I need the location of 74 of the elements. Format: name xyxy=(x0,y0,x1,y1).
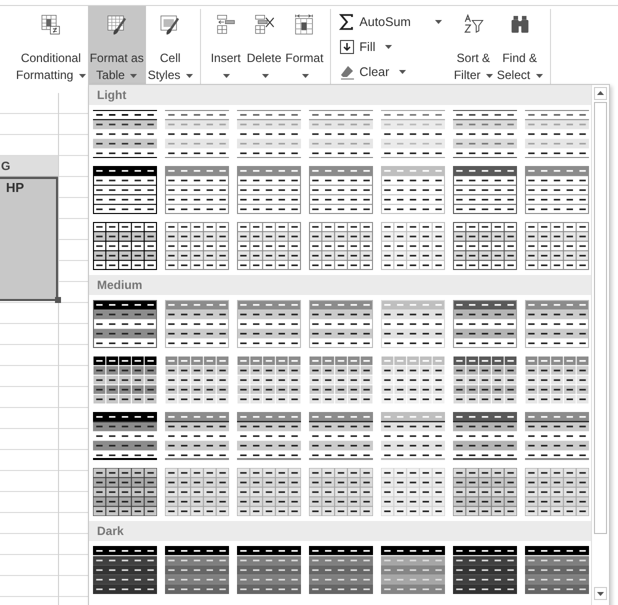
find-select-button[interactable]: Find & Select xyxy=(494,6,545,86)
table-style-option[interactable] xyxy=(381,412,445,460)
table-style-option[interactable] xyxy=(309,546,373,594)
insert-button[interactable]: Insert xyxy=(206,6,245,86)
table-style-option[interactable] xyxy=(453,300,517,348)
table-style-option[interactable] xyxy=(453,468,517,516)
table-style-option[interactable] xyxy=(525,546,589,594)
table-style-option[interactable] xyxy=(525,110,589,158)
clear-button[interactable]: Clear xyxy=(337,61,444,83)
table-style-option[interactable] xyxy=(309,468,373,516)
table-style-option[interactable] xyxy=(381,110,445,158)
table-style-option[interactable] xyxy=(165,222,229,270)
table-style-option[interactable] xyxy=(453,222,517,270)
table-style-option[interactable] xyxy=(237,110,301,158)
fill-handle[interactable] xyxy=(55,297,61,303)
section-heading: Light xyxy=(97,87,126,104)
table-style-option[interactable] xyxy=(165,412,229,460)
sort-filter-button[interactable]: Sort & Filter xyxy=(452,6,495,86)
sigma-icon xyxy=(339,14,356,30)
table-style-option[interactable] xyxy=(309,166,373,214)
delete-button[interactable]: Delete xyxy=(244,6,284,86)
table-style-option[interactable] xyxy=(381,356,445,404)
table-style-option[interactable] xyxy=(381,546,445,594)
table-style-option[interactable] xyxy=(93,110,157,158)
table-style-option[interactable] xyxy=(453,166,517,214)
conditional-formatting-button[interactable]: Conditional Formatting xyxy=(14,6,88,86)
table-style-option[interactable] xyxy=(237,356,301,404)
table-style-option[interactable] xyxy=(453,110,517,158)
table-style-option[interactable] xyxy=(453,412,517,460)
table-style-option[interactable] xyxy=(309,356,373,404)
table-style-option[interactable] xyxy=(525,468,589,516)
table-style-option[interactable] xyxy=(309,412,373,460)
table-style-option[interactable] xyxy=(525,222,589,270)
table-style-option[interactable] xyxy=(165,300,229,348)
table-style-option[interactable] xyxy=(525,356,589,404)
table-style-option[interactable] xyxy=(237,468,301,516)
table-style-option[interactable] xyxy=(237,166,301,214)
table-style-option[interactable] xyxy=(93,222,157,270)
table-style-option[interactable] xyxy=(309,300,373,348)
section-heading: Dark xyxy=(97,523,124,540)
eraser-icon xyxy=(339,64,356,80)
table-style-option[interactable] xyxy=(93,468,157,516)
table-style-option[interactable] xyxy=(165,546,229,594)
table-style-option[interactable] xyxy=(165,356,229,404)
format-as-table-button[interactable]: Format as Table xyxy=(88,6,146,86)
scroll-up-icon[interactable] xyxy=(594,87,607,100)
table-style-option[interactable] xyxy=(93,546,157,594)
table-style-option[interactable] xyxy=(237,412,301,460)
section-heading: Medium xyxy=(97,277,142,294)
table-style-option[interactable] xyxy=(309,222,373,270)
table-style-option[interactable] xyxy=(165,110,229,158)
table-style-option[interactable] xyxy=(93,356,157,404)
table-style-option[interactable] xyxy=(165,468,229,516)
fill-button[interactable]: Fill xyxy=(337,36,444,58)
cell-text: HP xyxy=(6,180,24,195)
scroll-down-icon[interactable] xyxy=(594,587,607,600)
table-style-option[interactable] xyxy=(525,300,589,348)
table-style-option[interactable] xyxy=(525,166,589,214)
table-style-option[interactable] xyxy=(237,546,301,594)
table-style-option[interactable] xyxy=(381,468,445,516)
table-style-option[interactable] xyxy=(453,356,517,404)
scrollbar-thumb[interactable] xyxy=(594,102,607,534)
table-style-option[interactable] xyxy=(237,222,301,270)
table-style-option[interactable] xyxy=(165,166,229,214)
column-header: G xyxy=(0,156,58,177)
autosum-button[interactable]: AutoSum xyxy=(337,11,444,33)
table-style-option[interactable] xyxy=(453,546,517,594)
table-style-option[interactable] xyxy=(237,300,301,348)
table-style-option[interactable] xyxy=(525,412,589,460)
table-style-option[interactable] xyxy=(93,300,157,348)
table-style-option[interactable] xyxy=(93,166,157,214)
table-style-option[interactable] xyxy=(93,412,157,460)
fill-down-icon xyxy=(339,39,356,55)
table-style-option[interactable] xyxy=(309,110,373,158)
